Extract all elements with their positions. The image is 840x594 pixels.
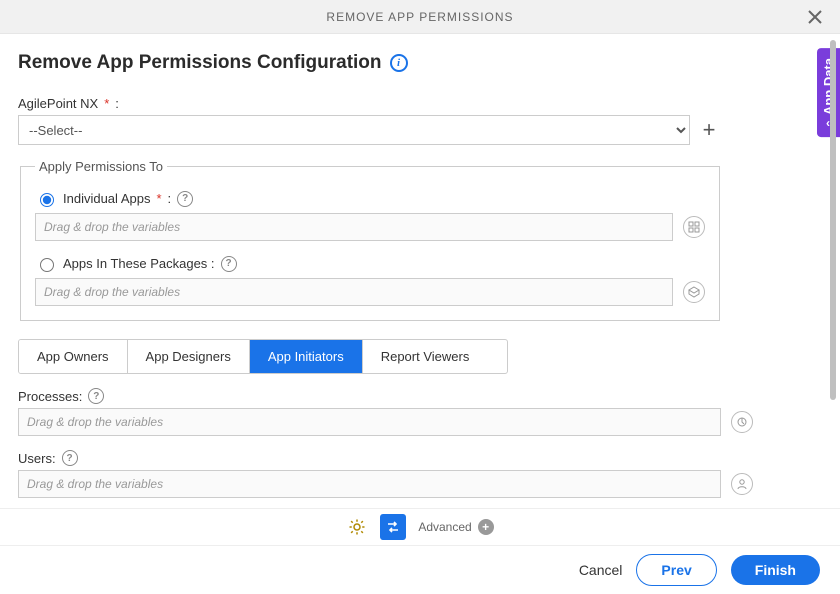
users-placeholder: Drag & drop the variables bbox=[27, 477, 163, 491]
required-asterisk: * bbox=[104, 96, 109, 111]
map-variables-button[interactable] bbox=[380, 514, 406, 540]
users-label: Users: bbox=[18, 451, 56, 466]
variable-picker-icon[interactable] bbox=[683, 281, 705, 303]
required-asterisk: * bbox=[156, 191, 161, 206]
individual-apps-input[interactable]: Drag & drop the variables bbox=[35, 213, 673, 241]
close-icon bbox=[808, 10, 822, 24]
modal-title: REMOVE APP PERMISSIONS bbox=[326, 10, 513, 24]
process-icon bbox=[736, 416, 748, 428]
modal-header: REMOVE APP PERMISSIONS bbox=[0, 0, 840, 34]
users-label-row: Users: ? bbox=[18, 450, 822, 466]
permissions-fieldset: Apply Permissions To Individual Apps * : … bbox=[20, 159, 720, 321]
agilepoint-label: AgilePoint NX bbox=[18, 96, 98, 111]
permissions-legend: Apply Permissions To bbox=[35, 159, 167, 174]
users-input[interactable]: Drag & drop the variables bbox=[18, 470, 721, 498]
packages-label: Apps In These Packages : bbox=[63, 256, 215, 271]
user-icon bbox=[736, 478, 748, 490]
agilepoint-select-row: --Select-- + bbox=[18, 115, 718, 145]
tab-app-owners[interactable]: App Owners bbox=[19, 340, 128, 373]
processes-placeholder: Drag & drop the variables bbox=[27, 415, 163, 429]
individual-apps-placeholder: Drag & drop the variables bbox=[44, 220, 180, 234]
swap-icon bbox=[385, 519, 401, 535]
info-icon[interactable]: i bbox=[390, 54, 408, 72]
processes-drop-row: Drag & drop the variables bbox=[18, 408, 753, 436]
tab-report-viewers[interactable]: Report Viewers bbox=[363, 340, 488, 373]
advanced-label: Advanced bbox=[418, 520, 471, 534]
individual-apps-radio[interactable] bbox=[40, 193, 54, 207]
add-connection-button[interactable]: + bbox=[700, 117, 718, 143]
apps-icon bbox=[688, 221, 700, 233]
agilepoint-label-row: AgilePoint NX *: bbox=[18, 96, 822, 111]
toolbar-strip: Advanced + bbox=[0, 508, 840, 546]
users-drop-row: Drag & drop the variables bbox=[18, 470, 753, 498]
help-icon[interactable]: ? bbox=[88, 388, 104, 404]
processes-label-row: Processes: ? bbox=[18, 388, 822, 404]
settings-button[interactable] bbox=[346, 516, 368, 538]
individual-apps-drop-row: Drag & drop the variables bbox=[35, 213, 705, 241]
expand-plus-icon: + bbox=[478, 519, 494, 535]
help-icon[interactable]: ? bbox=[62, 450, 78, 466]
processes-label: Processes: bbox=[18, 389, 82, 404]
scrollbar-track[interactable] bbox=[828, 40, 838, 504]
processes-input[interactable]: Drag & drop the variables bbox=[18, 408, 721, 436]
role-tabs: App Owners App Designers App Initiators … bbox=[18, 339, 508, 374]
close-button[interactable] bbox=[798, 0, 832, 34]
help-icon[interactable]: ? bbox=[177, 191, 193, 207]
variable-picker-icon[interactable] bbox=[683, 216, 705, 238]
individual-apps-row: Individual Apps * : ? bbox=[35, 190, 705, 207]
footer-actions: Cancel Prev Finish bbox=[0, 546, 840, 594]
label-colon: : bbox=[168, 191, 172, 206]
packages-radio[interactable] bbox=[40, 258, 54, 272]
prev-button[interactable]: Prev bbox=[636, 554, 716, 586]
packages-row: Apps In These Packages : ? bbox=[35, 255, 705, 272]
tab-app-initiators[interactable]: App Initiators bbox=[250, 340, 363, 373]
agilepoint-select[interactable]: --Select-- bbox=[18, 115, 690, 145]
label-colon: : bbox=[115, 96, 119, 111]
help-icon[interactable]: ? bbox=[221, 256, 237, 272]
cancel-button[interactable]: Cancel bbox=[579, 562, 623, 578]
variable-picker-icon[interactable] bbox=[731, 473, 753, 495]
package-icon bbox=[688, 286, 700, 298]
page-title-row: Remove App Permissions Configuration i bbox=[18, 52, 822, 74]
variable-picker-icon[interactable] bbox=[731, 411, 753, 433]
packages-drop-row: Drag & drop the variables bbox=[35, 278, 705, 306]
advanced-toggle[interactable]: Advanced + bbox=[418, 519, 493, 535]
content-area: Remove App Permissions Configuration i A… bbox=[0, 34, 840, 498]
page-title: Remove App Permissions Configuration bbox=[18, 52, 382, 74]
scrollbar-thumb[interactable] bbox=[830, 40, 836, 400]
individual-apps-label: Individual Apps bbox=[63, 191, 150, 206]
tab-app-designers[interactable]: App Designers bbox=[128, 340, 250, 373]
finish-button[interactable]: Finish bbox=[731, 555, 820, 585]
gear-icon bbox=[348, 518, 366, 536]
packages-input[interactable]: Drag & drop the variables bbox=[35, 278, 673, 306]
packages-placeholder: Drag & drop the variables bbox=[44, 285, 180, 299]
